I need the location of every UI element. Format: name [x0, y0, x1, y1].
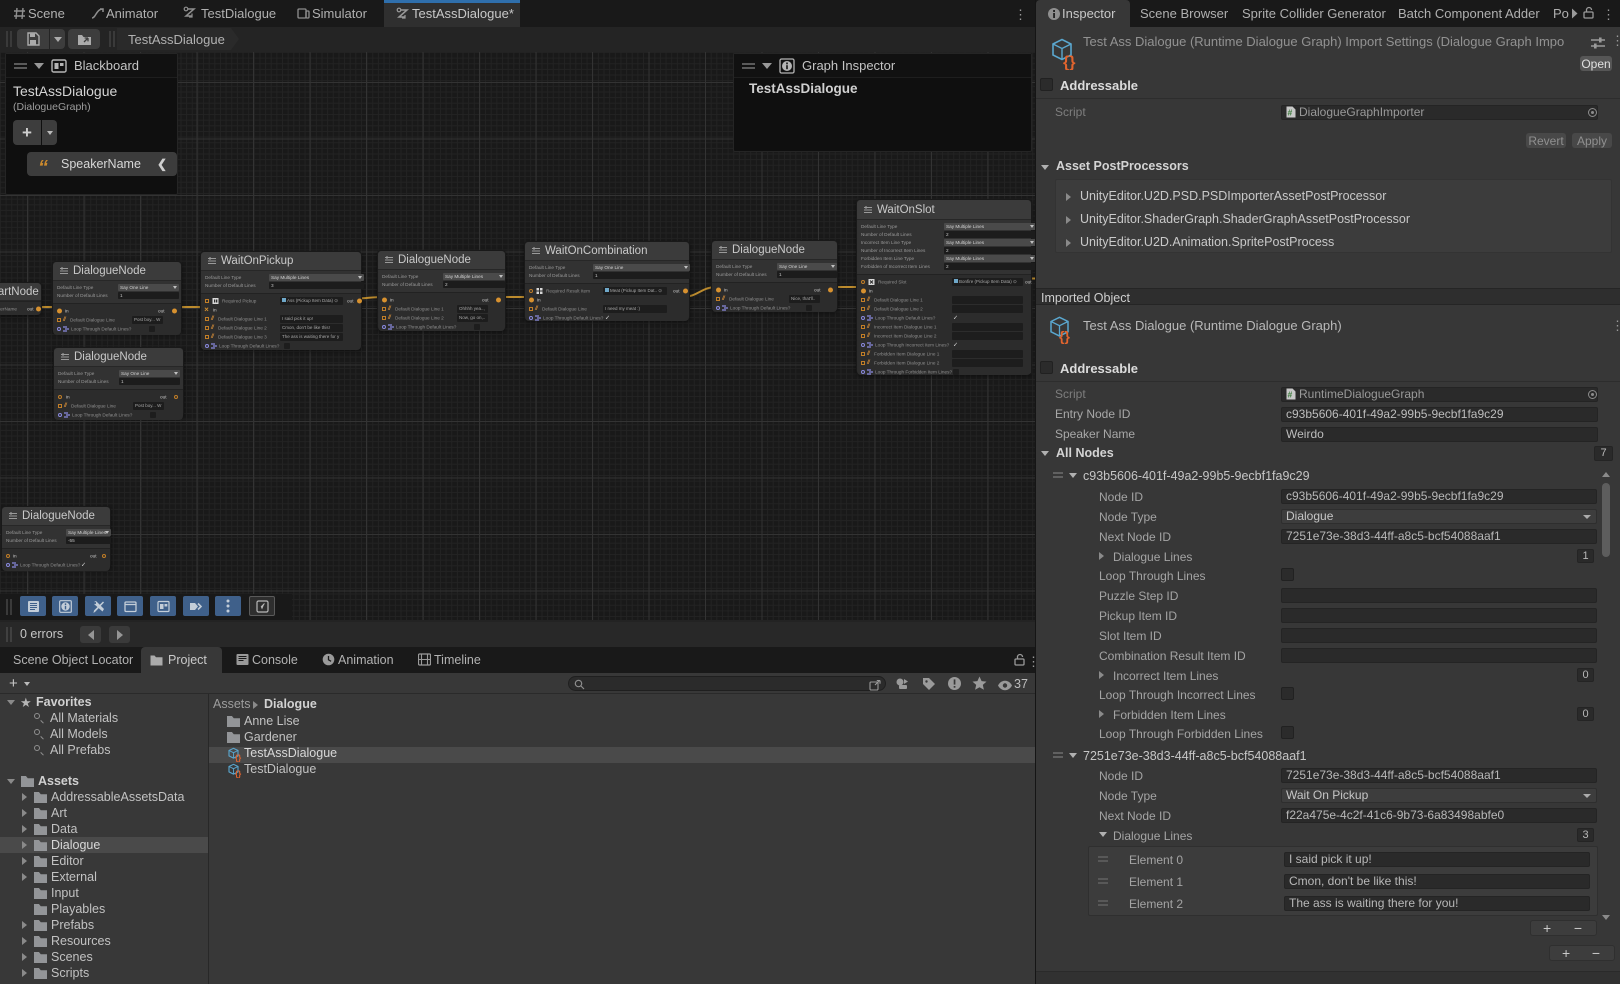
svg-text:#: # [1288, 390, 1293, 400]
svg-text:#: # [1288, 108, 1293, 118]
svg-text:{}: {} [1063, 54, 1075, 70]
svg-text:{}: {} [235, 770, 241, 779]
svg-text:{}: {} [1059, 328, 1070, 344]
svg-text:{}: {} [235, 754, 241, 763]
